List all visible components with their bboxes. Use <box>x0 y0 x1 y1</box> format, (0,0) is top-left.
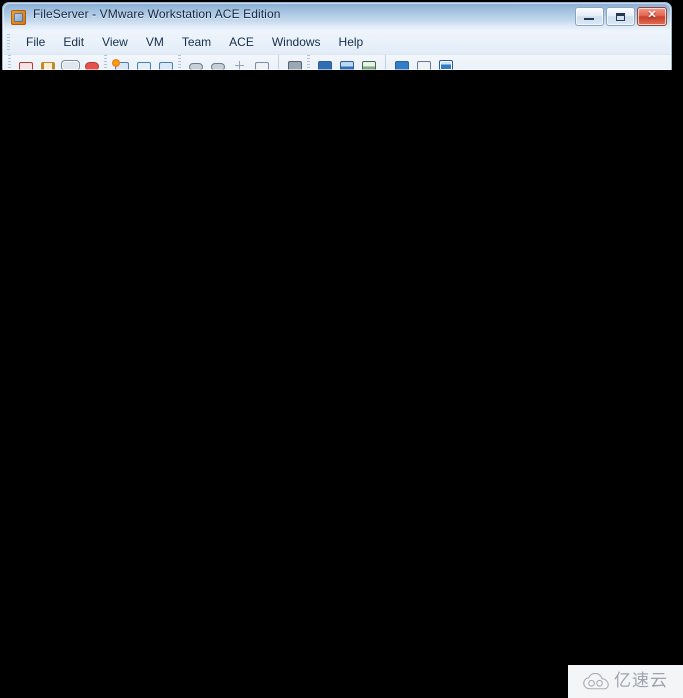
fullscreen-icon[interactable] <box>285 55 305 70</box>
toolbar-grip-handle-3[interactable] <box>178 55 181 70</box>
toolbar-grip-handle-2[interactable] <box>104 55 107 70</box>
multiple-monitors-icon[interactable] <box>359 55 379 70</box>
take-snapshot-icon[interactable] <box>112 55 132 70</box>
menu-item-windows[interactable]: Windows <box>263 33 330 52</box>
menu-item-ace[interactable]: ACE <box>220 33 263 52</box>
maximize-icon <box>616 13 625 21</box>
watermark-text: 亿速云 <box>614 671 668 691</box>
unity-mode-icon[interactable] <box>337 55 357 70</box>
toolbar-grip-handle[interactable] <box>8 55 11 70</box>
suspend-icon[interactable] <box>38 55 58 70</box>
cloud-icon <box>583 673 609 690</box>
reset-icon[interactable] <box>82 55 102 70</box>
vmware-workstation-window: FileServer - VMware Workstation ACE Edit… <box>2 2 672 70</box>
title-bar[interactable]: FileServer - VMware Workstation ACE Edit… <box>3 3 671 31</box>
window-title: FileServer - VMware Workstation ACE Edit… <box>33 7 281 21</box>
power-on-icon[interactable] <box>60 55 80 70</box>
revert-snapshot-icon[interactable] <box>134 55 154 70</box>
close-button[interactable]: ✕ <box>637 7 667 26</box>
disk-icon[interactable] <box>186 55 206 70</box>
toolbar-separator-1 <box>278 55 279 70</box>
menu-item-view[interactable]: View <box>93 33 137 52</box>
power-off-icon[interactable] <box>16 55 36 70</box>
toolbar-separator-2 <box>385 55 386 70</box>
minimize-icon <box>584 18 594 20</box>
sidebar-pane-icon[interactable] <box>392 55 412 70</box>
vmware-workstation-icon[interactable] <box>11 10 26 25</box>
window-controls: ✕ <box>575 7 667 26</box>
menu-grip-handle[interactable] <box>7 34 10 51</box>
close-icon: ✕ <box>647 9 657 21</box>
toolbar <box>3 55 671 70</box>
vm-console-screen[interactable] <box>0 0 683 698</box>
toolbar-grip-handle-4[interactable] <box>307 55 310 70</box>
minimize-button[interactable] <box>575 7 604 26</box>
disk-alt-icon[interactable] <box>208 55 228 70</box>
menu-item-vm[interactable]: VM <box>137 33 173 52</box>
quick-switch-icon[interactable] <box>315 55 335 70</box>
menu-item-help[interactable]: Help <box>330 33 373 52</box>
settings-star-icon[interactable] <box>230 55 250 70</box>
watermark: 亿速云 <box>568 665 683 698</box>
list-view-icon[interactable] <box>252 55 272 70</box>
menu-item-edit[interactable]: Edit <box>54 33 93 52</box>
menu-bar: File Edit View VM Team ACE Windows Help <box>3 31 671 55</box>
menu-item-file[interactable]: File <box>17 33 54 52</box>
snapshot-manager-icon[interactable] <box>156 55 176 70</box>
thumbnail-pane-icon[interactable] <box>414 55 434 70</box>
console-view-icon[interactable] <box>436 55 456 70</box>
vmware-icon-inner <box>14 13 23 22</box>
menu-item-team[interactable]: Team <box>173 33 220 52</box>
maximize-button[interactable] <box>606 7 635 26</box>
